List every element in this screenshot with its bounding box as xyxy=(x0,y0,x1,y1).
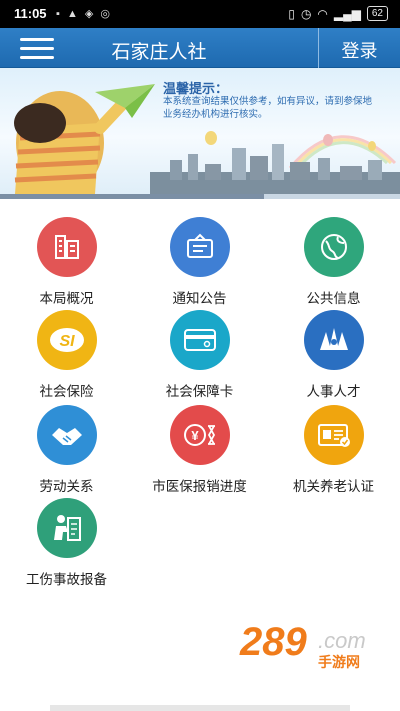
card-icon xyxy=(170,310,230,370)
wifi-icon: ◠ xyxy=(317,6,328,21)
grid-item-public-info[interactable]: 公共信息 xyxy=(267,217,400,309)
banner-tip-text: 本系统查询结果仅供参考，如有异议，请到参保地业务经办机构进行核实。 xyxy=(163,96,373,120)
watermark-logo: 289 .com 手游网 xyxy=(240,620,380,675)
grid-item-notices[interactable]: 通知公告 xyxy=(133,217,266,309)
svg-text:¥: ¥ xyxy=(191,428,199,443)
system-icons: ▯ ◷ ◠ ▂▄▆ 62 xyxy=(288,6,388,21)
handshake-icon xyxy=(37,405,97,465)
building-icon xyxy=(37,217,97,277)
navigation-gesture-bar[interactable] xyxy=(50,705,350,711)
grid-item-label: 机关养老认证 xyxy=(293,479,374,494)
battery-indicator: 62 xyxy=(366,6,388,21)
grid-item-pension-certification[interactable]: 机关养老认证 xyxy=(267,405,400,497)
watermark-number: 289 xyxy=(240,620,307,664)
svg-text:SI: SI xyxy=(59,333,75,350)
grid-item-label: 公共信息 xyxy=(306,291,361,306)
page-title: 石家庄人社 xyxy=(111,42,207,63)
grid-item-label: 市医保报销进度 xyxy=(152,479,247,494)
notice-icon xyxy=(170,217,230,277)
grid-item-label: 劳动关系 xyxy=(39,479,94,494)
si-icon: SI xyxy=(37,310,97,370)
notification-icons: ▪ ▲ ◈ ◎ xyxy=(56,8,113,20)
grid-item-label: 社会保险 xyxy=(39,384,94,399)
id-card-icon xyxy=(304,405,364,465)
grid-item-label: 工伤事故报备 xyxy=(26,572,107,587)
yuan-icon: ¥ xyxy=(170,405,230,465)
grid-item-social-security-card[interactable]: 社会保障卡 xyxy=(133,310,266,402)
vibrate-icon: ▯ xyxy=(288,6,295,21)
grid-item-labor-relations[interactable]: 劳动关系 xyxy=(0,405,133,497)
status-time: 11:05 xyxy=(14,6,47,21)
alarm-icon: ◷ xyxy=(300,6,312,21)
signal-icon: ▂▄▆ xyxy=(333,6,361,21)
grid-item-label: 人事人才 xyxy=(306,384,361,399)
banner-carousel[interactable]: 温馨提示： 本系统查询结果仅供参考，如有异议，请到参保地业务经办机构进行核实。 xyxy=(0,68,400,194)
grid-item-medical-reimbursement[interactable]: ¥ 市医保报销进度 xyxy=(133,405,266,497)
grid-item-social-insurance[interactable]: SI 社会保险 xyxy=(0,310,133,402)
grid-item-bureau-overview[interactable]: 本局概况 xyxy=(0,217,133,309)
watermark-sub: 手游网 xyxy=(318,654,360,670)
grid-item-label: 本局概况 xyxy=(39,291,94,306)
people-icon xyxy=(304,310,364,370)
globe-icon xyxy=(304,217,364,277)
login-button[interactable]: 登录 xyxy=(319,37,400,63)
grid-item-label: 通知公告 xyxy=(172,291,227,306)
grid-item-personnel-talent[interactable]: 人事人才 xyxy=(267,310,400,402)
banner-page-indicator xyxy=(0,194,400,199)
grid-item-injury-report[interactable]: 工伤事故报备 xyxy=(0,498,133,590)
watermark-site: .com xyxy=(318,628,366,653)
grid-item-label: 社会保障卡 xyxy=(165,384,234,399)
status-bar: 11:05 ▪ ▲ ◈ ◎ ▯ ◷ ◠ ▂▄▆ 62 xyxy=(0,0,400,28)
injury-icon xyxy=(37,498,97,558)
app-header: 石家庄人社 登录 xyxy=(0,28,400,68)
